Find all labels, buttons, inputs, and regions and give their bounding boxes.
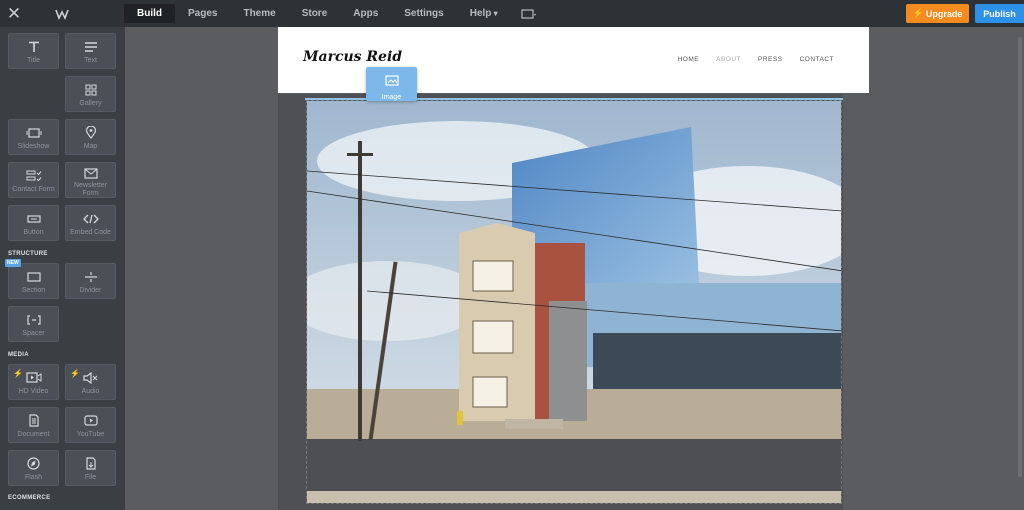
bolt-icon: ⚡ xyxy=(70,369,80,378)
bolt-icon: ⚡ xyxy=(13,369,23,378)
weebly-logo-icon[interactable] xyxy=(28,0,96,27)
upgrade-label: Upgrade xyxy=(925,8,963,19)
audio-icon xyxy=(82,370,99,385)
site-nav-home[interactable]: HOME xyxy=(678,56,700,63)
element-label: File xyxy=(84,474,97,481)
divider-icon xyxy=(84,269,98,284)
text-icon xyxy=(84,39,98,54)
element-label: Divider xyxy=(79,287,102,294)
tab-help[interactable]: Help xyxy=(457,4,511,23)
element-map[interactable]: Map xyxy=(65,119,116,155)
element-gallery[interactable]: Gallery xyxy=(65,76,116,112)
close-icon[interactable]: ✕ xyxy=(0,0,28,27)
site-nav: HOME ABOUT PRESS CONTACT xyxy=(661,56,834,63)
section-icon xyxy=(26,269,41,284)
button-icon xyxy=(26,211,41,226)
element-label: Audio xyxy=(81,388,100,395)
gallery-icon xyxy=(85,82,97,97)
tab-pages[interactable]: Pages xyxy=(175,4,230,23)
element-embed-code[interactable]: Embed Code xyxy=(65,205,116,241)
envelope-icon xyxy=(83,168,98,179)
file-icon xyxy=(85,456,97,471)
tab-store[interactable]: Store xyxy=(289,4,341,23)
element-label: YouTube xyxy=(76,431,105,438)
element-document[interactable]: Document xyxy=(8,407,59,443)
element-label: Button xyxy=(23,229,44,236)
element-text[interactable]: Text xyxy=(65,33,116,69)
device-preview-icon[interactable] xyxy=(511,4,547,23)
element-label: HD Video xyxy=(18,388,49,395)
contact-form-icon xyxy=(26,168,42,183)
site-nav-press[interactable]: PRESS xyxy=(758,56,783,63)
element-label: Document xyxy=(17,431,50,438)
site-nav-contact[interactable]: CONTACT xyxy=(800,56,834,63)
tab-settings[interactable]: Settings xyxy=(391,4,456,23)
element-label: Title xyxy=(27,57,40,64)
document-icon xyxy=(28,413,40,428)
element-section[interactable]: NEW Section xyxy=(5,259,59,299)
slideshow-icon xyxy=(26,125,42,140)
element-label: Gallery xyxy=(79,100,102,107)
tab-theme[interactable]: Theme xyxy=(230,4,288,23)
element-contact-form[interactable]: Contact Form xyxy=(8,162,59,198)
tab-build[interactable]: Build xyxy=(124,4,175,23)
element-divider[interactable]: Divider xyxy=(65,263,116,299)
media-heading: MEDIA xyxy=(8,352,29,358)
element-file[interactable]: File xyxy=(65,450,116,486)
structure-heading: STRUCTURE xyxy=(8,251,48,257)
publish-button[interactable]: Publish xyxy=(975,4,1024,23)
new-badge: NEW xyxy=(5,259,21,267)
flash-icon xyxy=(27,456,40,471)
element-youtube[interactable]: YouTube xyxy=(65,407,116,443)
building-photo xyxy=(307,101,841,503)
element-button[interactable]: Button xyxy=(8,205,59,241)
top-toolbar: ✕ Build Pages Theme Store Apps Settings … xyxy=(0,0,1024,27)
empty-slot xyxy=(8,76,59,112)
map-pin-icon xyxy=(85,125,97,140)
element-label: Text xyxy=(84,57,97,64)
youtube-icon xyxy=(83,413,98,428)
dragging-image-element[interactable]: Image xyxy=(366,67,417,101)
upgrade-button[interactable]: ⚡ Upgrade xyxy=(906,4,969,23)
element-slideshow[interactable]: Slideshow xyxy=(8,119,59,155)
code-icon xyxy=(82,211,99,226)
title-icon xyxy=(28,39,40,54)
element-flash[interactable]: Flash xyxy=(8,450,59,486)
element-label: Slideshow xyxy=(17,143,50,150)
element-label: Section xyxy=(21,287,46,294)
element-label: Map xyxy=(83,143,98,150)
element-sidebar: Title Text Gallery Slideshow Map Contact… xyxy=(0,27,125,510)
editor-canvas: Marcus Reid HOME ABOUT PRESS CONTACT Ima… xyxy=(125,27,1024,510)
image-icon xyxy=(384,73,399,91)
canvas-scrollbar[interactable] xyxy=(1018,37,1022,477)
element-title[interactable]: Title xyxy=(8,33,59,69)
element-label: Embed Code xyxy=(70,229,111,236)
element-hd-video[interactable]: ⚡ HD Video xyxy=(8,364,59,400)
element-label: Spacer xyxy=(22,330,45,337)
element-label: Contact Form xyxy=(12,186,55,193)
element-label: Newsletter Form xyxy=(73,182,108,197)
element-spacer[interactable]: Spacer xyxy=(8,306,59,342)
drag-label: Image xyxy=(381,94,402,101)
tab-apps[interactable]: Apps xyxy=(340,4,391,23)
element-label: Flash xyxy=(24,474,43,481)
spacer-icon xyxy=(26,312,41,327)
ecommerce-heading: ECOMMERCE xyxy=(8,495,51,501)
element-audio[interactable]: ⚡ Audio xyxy=(65,364,116,400)
site-nav-about[interactable]: ABOUT xyxy=(716,56,741,63)
main-nav: Build Pages Theme Store Apps Settings He… xyxy=(124,0,547,27)
bolt-icon: ⚡ xyxy=(912,8,924,18)
hero-photo[interactable] xyxy=(306,100,842,504)
video-icon xyxy=(25,370,42,385)
element-newsletter-form[interactable]: Newsletter Form xyxy=(65,162,116,198)
site-title[interactable]: Marcus Reid xyxy=(303,49,402,65)
